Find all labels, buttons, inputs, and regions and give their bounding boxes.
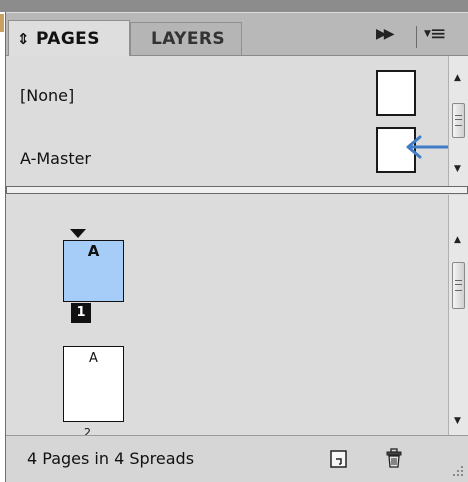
double-chevron-right-icon[interactable]: ▶▶ [376, 26, 394, 42]
updown-icon: ⇕ [17, 29, 30, 48]
panel-menu-icon[interactable]: ▼≡ [424, 23, 447, 43]
resize-grip-icon[interactable] [448, 463, 464, 479]
scroll-up-arrow-icon[interactable]: ▲ [454, 73, 461, 83]
section-divider-handle[interactable] [6, 186, 468, 194]
master-item-none[interactable]: [None] [20, 86, 74, 105]
new-page-icon[interactable] [330, 450, 347, 468]
page-thumbnail-2[interactable]: A [63, 346, 124, 422]
page-master-prefix: A [87, 242, 100, 260]
master-pages-list: [None] A-Master [6, 56, 448, 186]
left-edge-marker [0, 14, 4, 32]
grip-icon [455, 115, 462, 126]
master-list-scrollbar[interactable]: ▲ ▼ [448, 56, 468, 186]
spread-marker-icon [70, 229, 86, 238]
scroll-thumb[interactable] [452, 262, 465, 309]
master-item-label: [None] [20, 86, 75, 105]
tab-pages-label: PAGES [35, 29, 100, 49]
grip-icon [455, 280, 462, 291]
scroll-down-arrow-icon[interactable]: ▼ [454, 164, 461, 174]
pages-list-scrollbar[interactable]: ▲ ▼ [448, 195, 468, 435]
page-count-status: 4 Pages in 4 Spreads [27, 449, 195, 468]
master-item-a-master[interactable]: A-Master [20, 149, 91, 168]
scroll-thumb[interactable] [452, 103, 465, 138]
tab-bar-separator [416, 26, 417, 48]
tab-layers-label: LAYERS [151, 29, 226, 49]
tab-layers[interactable]: LAYERS [130, 22, 242, 55]
master-item-label: A-Master [20, 149, 92, 168]
page-number-label[interactable]: 2 [84, 426, 91, 435]
page-master-prefix: A [89, 351, 98, 366]
tab-pages[interactable]: ⇕ PAGES [8, 20, 130, 57]
master-none-thumbnail[interactable] [376, 70, 416, 116]
trash-icon[interactable] [386, 448, 402, 468]
page-number-badge[interactable]: 1 [71, 303, 91, 323]
scroll-up-arrow-icon[interactable]: ▲ [454, 235, 461, 245]
page-thumbnail-1[interactable]: A [63, 240, 124, 302]
scroll-down-arrow-icon[interactable]: ▼ [454, 416, 461, 426]
window-top-edge [0, 0, 468, 12]
